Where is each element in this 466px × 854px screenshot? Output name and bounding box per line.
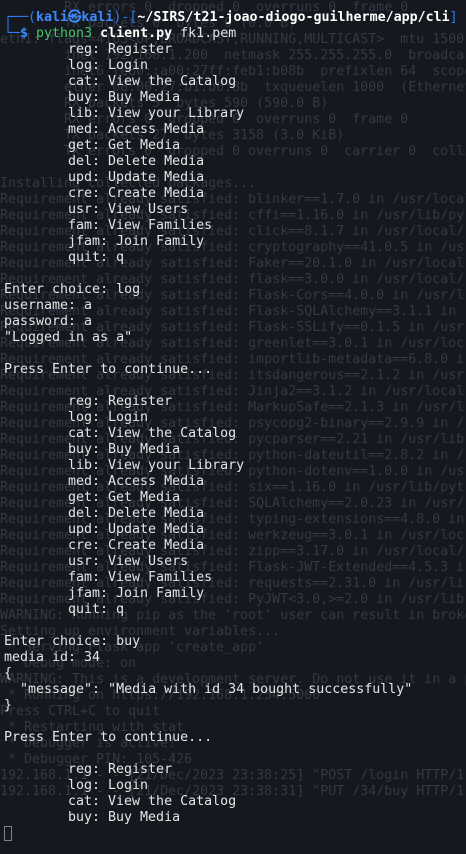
terminal-window[interactable]: ┌──(kali㉿kali)-[~/SIRS/t21-joao-diogo-gu… <box>0 0 466 854</box>
menu-item: buy: Buy Media <box>68 90 181 105</box>
continue-prompt: Press Enter to continue... <box>4 362 213 377</box>
media-id-line: media id: 34 <box>4 650 101 665</box>
menu-block-3: reg: Register log: Login cat: View the C… <box>4 762 466 826</box>
menu-item: usr: View Users <box>68 202 189 217</box>
menu-item: cat: View the Catalog <box>68 794 237 809</box>
menu-item: fam: View Families <box>68 570 213 585</box>
menu-item: reg: Register <box>68 394 173 409</box>
menu-item: jfam: Join Family <box>68 234 205 249</box>
menu-item: del: Delete Media <box>68 154 205 169</box>
menu-item: reg: Register <box>68 762 173 777</box>
menu-item: upd: Update Media <box>68 170 205 185</box>
cursor-line <box>4 826 466 842</box>
menu-item: get: Get Media <box>68 490 181 505</box>
choice-line: Enter choice: log <box>4 282 141 297</box>
menu-item: cat: View the Catalog <box>68 426 237 441</box>
username-line: username: a <box>4 298 93 313</box>
menu-item: upd: Update Media <box>68 522 205 537</box>
prompt-top-suffix: ] <box>449 10 458 25</box>
choice-line: Enter choice: buy <box>4 634 141 649</box>
menu-block-2: reg: Register log: Login cat: View the C… <box>4 394 466 618</box>
menu-item: cat: View the Catalog <box>68 74 237 89</box>
menu-item: buy: Buy Media <box>68 810 181 825</box>
menu-item: med: Access Media <box>68 474 205 489</box>
menu-item: buy: Buy Media <box>68 442 181 457</box>
prompt-user-host: kali㉿kali <box>36 10 114 25</box>
menu-item: log: Login <box>68 410 149 425</box>
json-close-brace: } <box>4 698 13 713</box>
prompt-header: ┌──(kali㉿kali)-[~/SIRS/t21-joao-diogo-gu… <box>4 10 466 26</box>
prompt-top-prefix: ┌──( <box>4 10 37 25</box>
command-arg: fk1.pem <box>180 26 237 41</box>
menu-item: log: Login <box>68 778 149 793</box>
menu-item: quit: q <box>68 250 125 265</box>
menu-item: quit: q <box>68 602 125 617</box>
menu-item: cre: Create Media <box>68 538 205 553</box>
menu-item: med: Access Media <box>68 122 205 137</box>
menu-item: log: Login <box>68 58 149 73</box>
prompt-mid: )-[ <box>113 10 138 25</box>
json-message-line: "message": "Media with id 34 bought succ… <box>20 682 413 697</box>
command-executable: python3 <box>36 26 93 41</box>
continue-prompt: Press Enter to continue... <box>4 730 213 745</box>
menu-item: del: Delete Media <box>68 506 205 521</box>
prompt-bottom-prefix: └─ <box>4 26 21 41</box>
menu-item: jfam: Join Family <box>68 586 205 601</box>
menu-item: cre: Create Media <box>68 186 205 201</box>
prompt-command-line: └─ $ python3 client.py fk1.pem <box>4 26 466 42</box>
menu-item: reg: Register <box>68 42 173 57</box>
menu-item: lib: View your Library <box>68 106 245 121</box>
menu-item: get: Get Media <box>68 138 181 153</box>
menu-item: lib: View your Library <box>68 458 245 473</box>
menu-item: fam: View Families <box>68 218 213 233</box>
prompt-dollar: $ <box>20 26 37 41</box>
menu-block-1: reg: Register log: Login cat: View the C… <box>4 42 466 266</box>
terminal-cursor[interactable] <box>4 826 12 841</box>
json-open-brace: { <box>4 666 13 681</box>
login-result: "Logged in as a" <box>4 330 133 345</box>
prompt-path: ~/SIRS/t21-joao-diogo-guilherme/app/cli <box>137 10 450 25</box>
menu-item: usr: View Users <box>68 554 189 569</box>
password-line: password: a <box>4 314 93 329</box>
command-script: client.py <box>100 26 173 41</box>
